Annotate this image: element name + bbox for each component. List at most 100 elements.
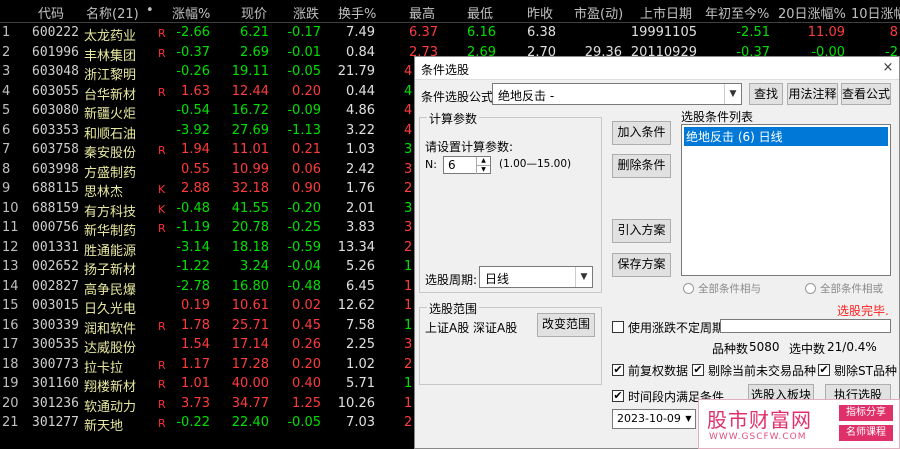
cell-chg: 0.55 bbox=[181, 161, 210, 177]
checkbox-remove-untraded[interactable]: ✔ bbox=[692, 364, 704, 376]
cell-flag: R bbox=[158, 417, 166, 430]
cell-turn: 10.26 bbox=[337, 395, 375, 411]
chevron-down-icon: ▼ bbox=[685, 414, 692, 423]
cell-diff: -0.05 bbox=[287, 415, 321, 430]
param-range: (1.00—15.00) bbox=[499, 158, 572, 170]
cell-idx: 7 bbox=[2, 142, 11, 157]
cell-name: 润和软件 bbox=[84, 321, 137, 337]
cell-code: 603055 bbox=[32, 83, 79, 99]
usage-button[interactable]: 用法注释 bbox=[787, 83, 838, 105]
cell-turn: 1.03 bbox=[346, 142, 375, 157]
cell-idx: 1 bbox=[2, 25, 11, 40]
param-n-stepper[interactable]: 6 ▲ ▼ bbox=[443, 156, 491, 174]
cell-idx: 14 bbox=[2, 278, 19, 294]
condition-list-item[interactable]: 绝地反击 (6) 日线 bbox=[684, 127, 888, 146]
view-formula-button[interactable]: 查看公式 bbox=[841, 83, 891, 105]
cell-code: 002652 bbox=[32, 259, 79, 274]
cell-diff: -0.25 bbox=[287, 220, 321, 235]
import-plan-button[interactable]: 引入方案 bbox=[612, 219, 671, 243]
checkbox-adjust[interactable]: ✔ bbox=[612, 364, 624, 376]
cell-price: 10.99 bbox=[231, 161, 269, 177]
cell-price: 12.44 bbox=[231, 83, 269, 99]
cell-code: 300773 bbox=[32, 356, 79, 372]
radio-or-label: 全部条件相或 bbox=[820, 283, 883, 295]
table-row[interactable]: 1 600222 太龙药业 R -2.66 6.21 -0.17 7.49 6.37 6.16 6.… bbox=[0, 23, 900, 44]
status-text: 选股完毕. bbox=[837, 304, 889, 318]
col-header-high[interactable]: 最高 bbox=[409, 3, 435, 22]
cell-diff: 0.26 bbox=[292, 337, 321, 352]
cell-price: 2.69 bbox=[240, 44, 269, 60]
col-header-name[interactable]: 名称(21) bbox=[86, 3, 139, 22]
cell-list: 19991105 bbox=[630, 25, 697, 40]
cell-chg: -2.78 bbox=[176, 278, 210, 294]
cell-idx: 10 bbox=[2, 200, 19, 216]
partial-cell: 2 bbox=[404, 415, 413, 430]
cell-diff: -0.05 bbox=[287, 64, 321, 79]
period-value: 日线 bbox=[485, 272, 510, 286]
formula-select[interactable]: 绝地反击 - ▼ bbox=[492, 83, 742, 105]
col-header-20d[interactable]: 20日涨幅% bbox=[778, 3, 846, 22]
radio-or[interactable] bbox=[805, 283, 816, 294]
date-picker[interactable]: 2023-10-09 ▼ bbox=[612, 409, 696, 429]
chevron-down-icon: ▼ bbox=[724, 84, 741, 104]
partial-cell: 1 bbox=[404, 298, 413, 313]
cell-price: 17.28 bbox=[231, 356, 269, 372]
col-header-pe[interactable]: 市盈(动) bbox=[574, 3, 623, 22]
cell-name: 浙江黎明 bbox=[84, 68, 137, 83]
cell-code: 300535 bbox=[32, 337, 79, 352]
cell-name: 翔楼新材 bbox=[84, 380, 137, 395]
change-range-button[interactable]: 改变范围 bbox=[537, 313, 595, 337]
stepper-down-icon[interactable]: ▼ bbox=[476, 165, 490, 174]
params-group-label: 计算参数 bbox=[427, 110, 480, 127]
cell-d10: 8 bbox=[889, 25, 898, 40]
col-header-prev[interactable]: 昨收 bbox=[527, 3, 553, 22]
col-header-chg[interactable]: 涨幅% bbox=[172, 3, 210, 22]
cell-price: 3.24 bbox=[240, 259, 269, 274]
cell-flag: K bbox=[158, 183, 166, 196]
add-condition-button[interactable]: 加入条件 bbox=[612, 121, 671, 145]
checkbox-remove-st[interactable]: ✔ bbox=[818, 364, 830, 376]
cell-flag: R bbox=[158, 85, 166, 99]
col-header-price[interactable]: 现价 bbox=[241, 3, 267, 22]
cell-turn: 1.76 bbox=[346, 181, 375, 196]
close-icon[interactable]: × bbox=[877, 57, 899, 78]
cell-diff: -0.48 bbox=[287, 278, 321, 294]
condition-list[interactable]: 绝地反击 (6) 日线 bbox=[681, 124, 891, 276]
watermark-tag1: 指标分享 bbox=[839, 405, 893, 421]
cell-turn: 5.26 bbox=[346, 259, 375, 274]
col-header-dot[interactable]: • bbox=[146, 3, 154, 18]
radio-and[interactable] bbox=[683, 283, 694, 294]
cell-flag: R bbox=[158, 46, 166, 60]
cell-code: 000756 bbox=[32, 220, 79, 235]
checkbox-time-range[interactable]: ✔ bbox=[612, 390, 624, 402]
checkbox-uncertain[interactable] bbox=[612, 321, 624, 333]
col-header-10d[interactable]: 10日涨幅 bbox=[851, 3, 900, 22]
condition-select-dialog: 条件选股 × 条件选股公式 绝地反击 - ▼ 查找 用法注释 查看公式 计算参数… bbox=[414, 56, 900, 449]
cell-chg: -3.14 bbox=[176, 239, 210, 255]
find-button[interactable]: 查找 bbox=[749, 83, 783, 105]
dialog-titlebar: 条件选股 × bbox=[415, 57, 899, 80]
cell-idx: 5 bbox=[2, 103, 11, 118]
watermark: 股市财富网 WWW.GSCFW.COM 指标分享 名师课程 bbox=[698, 399, 900, 449]
partial-cell: 1 bbox=[404, 259, 413, 274]
col-header-turnover[interactable]: 换手% bbox=[338, 3, 376, 22]
period-select[interactable]: 日线 ▼ bbox=[479, 266, 593, 288]
cell-turn: 7.49 bbox=[346, 25, 375, 40]
col-header-low[interactable]: 最低 bbox=[467, 3, 493, 22]
col-header-code[interactable]: 代码 bbox=[38, 3, 64, 22]
cell-ytd: -2.51 bbox=[736, 25, 770, 40]
delete-condition-button[interactable]: 删除条件 bbox=[612, 154, 671, 178]
condition-list-label: 选股条件列表 bbox=[681, 110, 754, 124]
cell-name: 达威股份 bbox=[84, 341, 137, 356]
stepper-up-icon[interactable]: ▲ bbox=[476, 157, 490, 165]
watermark-main: 股市财富网 bbox=[707, 408, 812, 432]
formula-label: 条件选股公式 bbox=[421, 90, 494, 104]
cell-idx: 15 bbox=[2, 298, 19, 313]
col-header-ytd[interactable]: 年初至今% bbox=[705, 3, 769, 22]
save-plan-button[interactable]: 保存方案 bbox=[612, 253, 671, 277]
col-header-listdate[interactable]: 上市日期 bbox=[640, 3, 692, 22]
formula-value: 绝地反击 - bbox=[498, 89, 555, 103]
cell-name: 日久光电 bbox=[84, 302, 137, 317]
col-header-diff[interactable]: 涨跌 bbox=[293, 3, 319, 22]
cell-code: 603080 bbox=[32, 103, 79, 118]
